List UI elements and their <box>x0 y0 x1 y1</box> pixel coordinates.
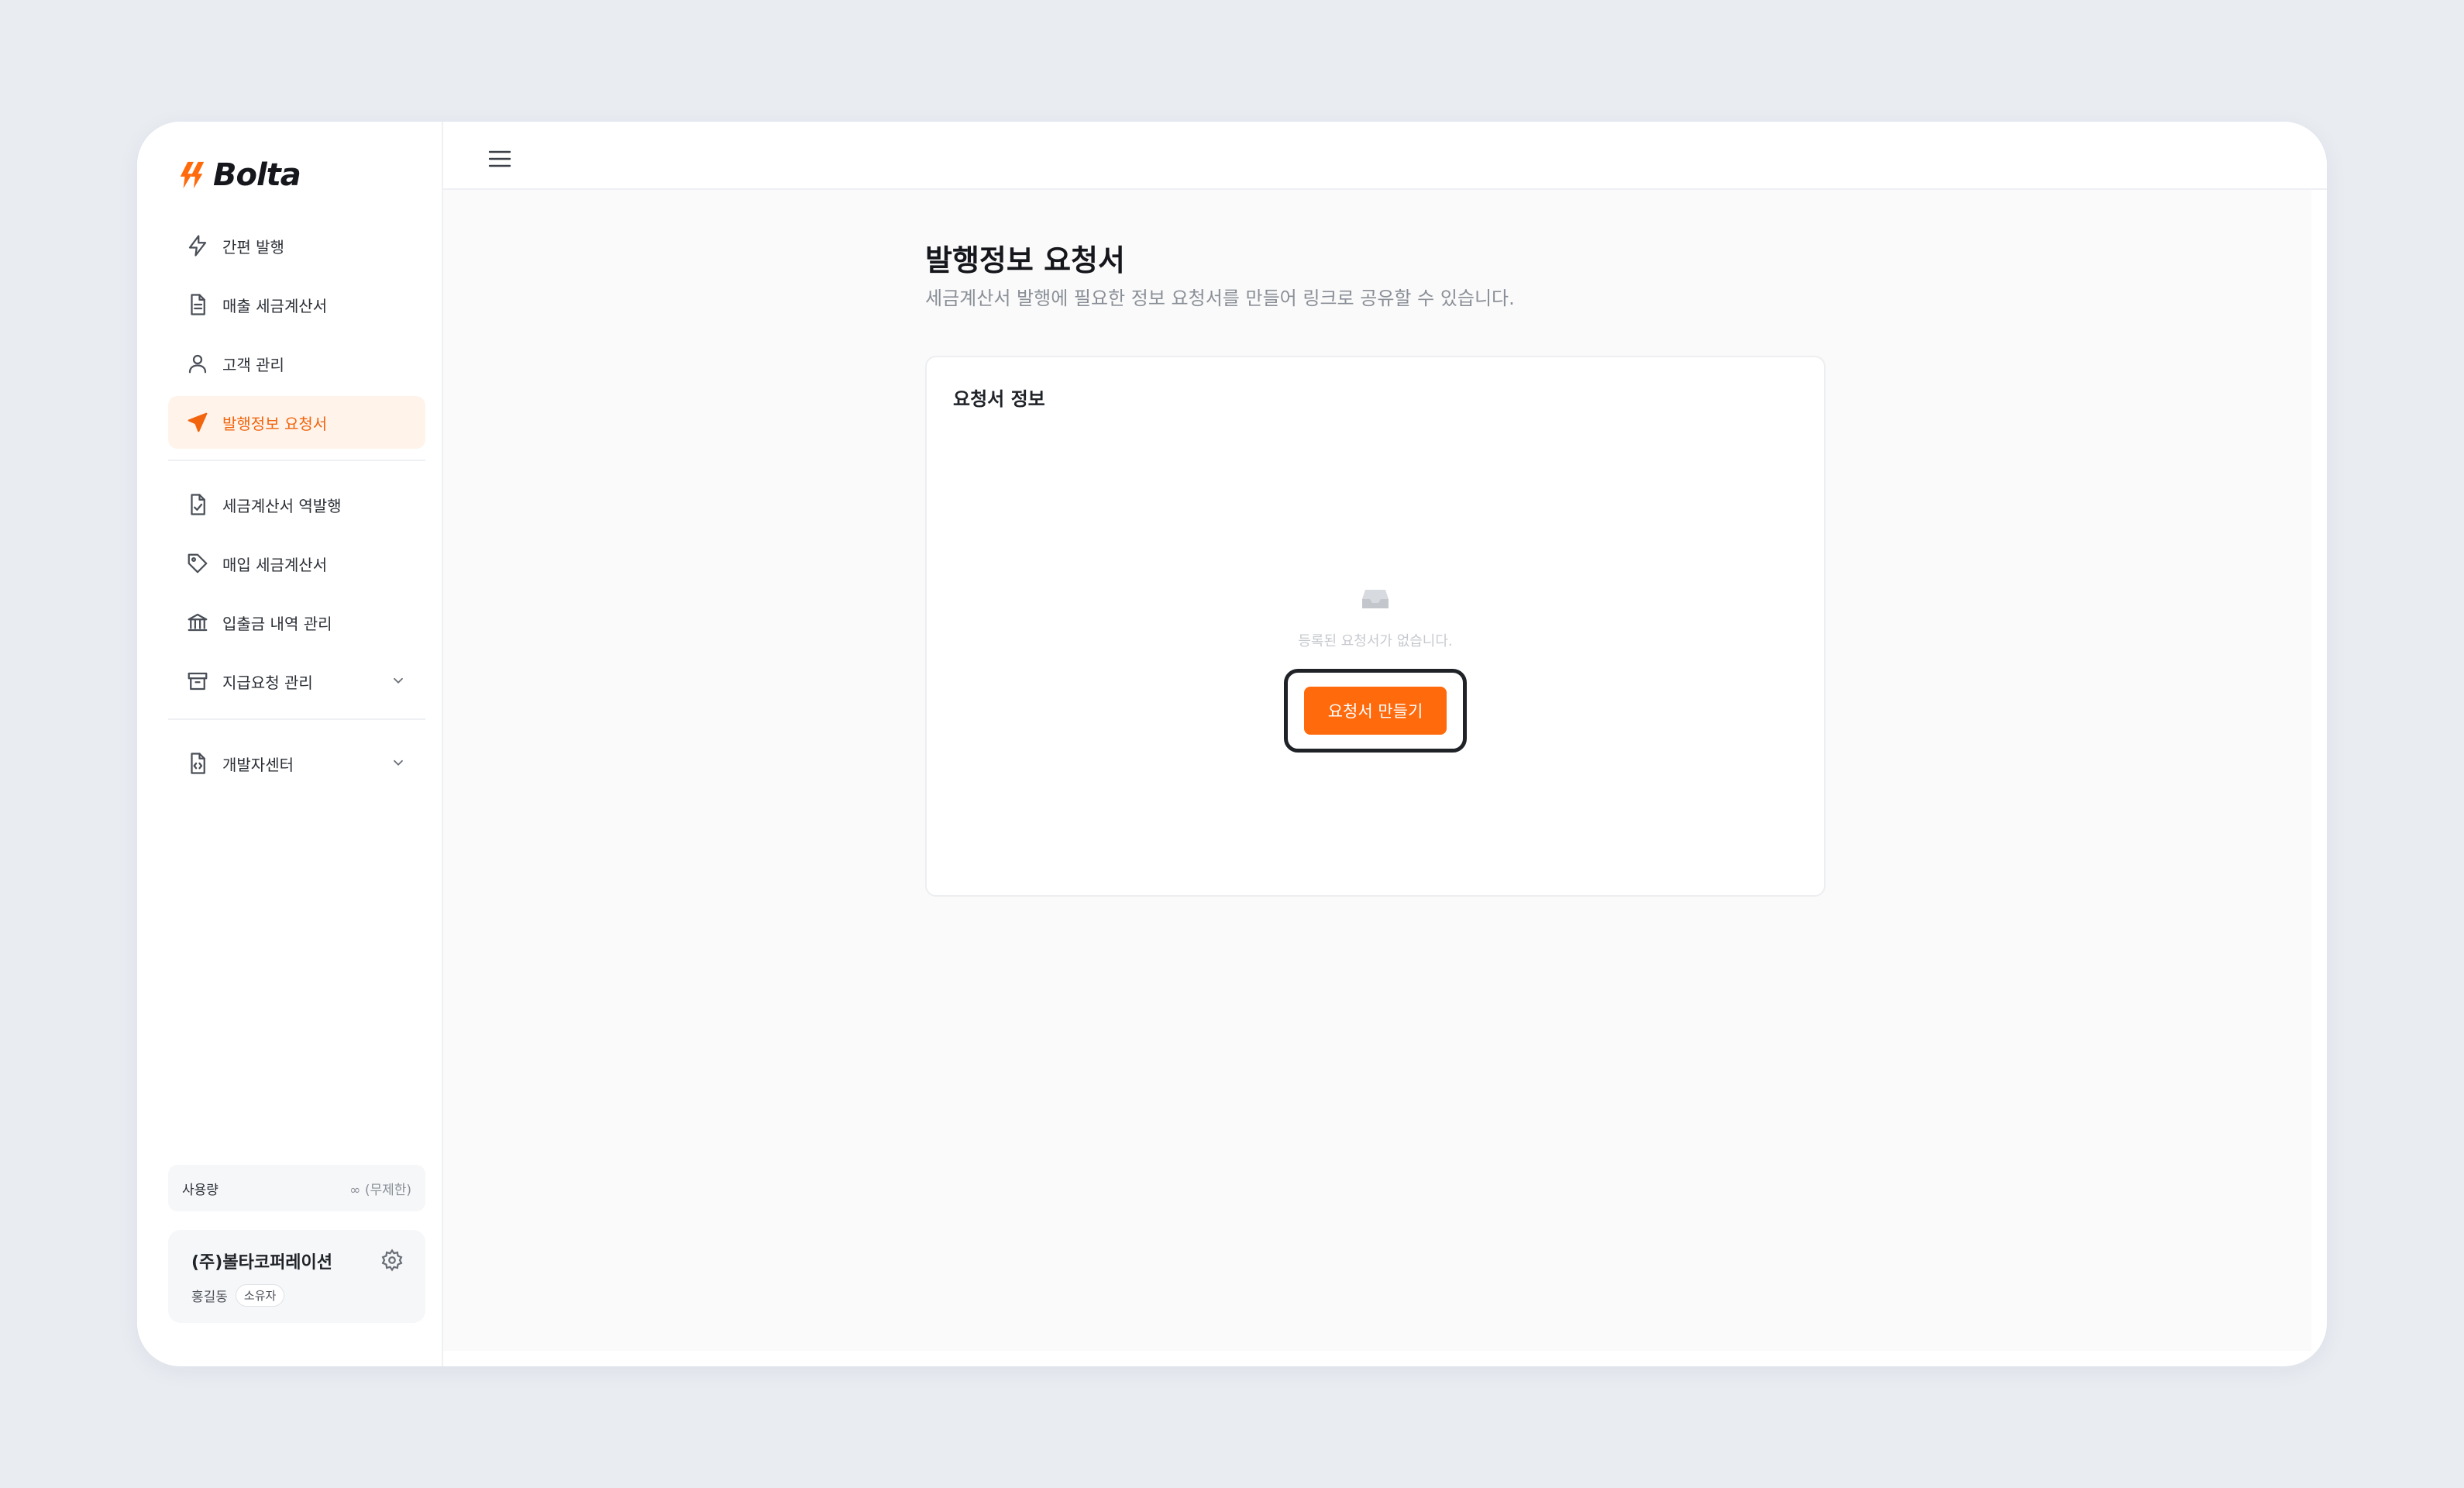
sidebar-item-developer-center[interactable]: 개발자센터 <box>168 737 425 790</box>
user-name: 홍길동 <box>191 1290 228 1305</box>
page-title: 발행정보 요청서 <box>925 243 1125 277</box>
role-badge: 소유자 <box>235 1284 285 1307</box>
sidebar-item-info-request[interactable]: 발행정보 요청서 <box>168 396 425 449</box>
lightning-icon <box>185 233 210 258</box>
usage-label: 사용량 <box>182 1182 219 1198</box>
topbar <box>443 122 2327 190</box>
nav-divider <box>168 718 425 720</box>
app-window: Bolta 간편 발행 매출 세금계산서 고객 관리 발행정보 요청서 세금계산… <box>137 122 2327 1366</box>
bolta-logo-icon <box>180 161 205 189</box>
sidebar-item-label: 지급요청 관리 <box>222 673 313 692</box>
sidebar-item-label: 매입 세금계산서 <box>222 555 328 574</box>
create-request-button[interactable]: 요청서 만들기 <box>1304 687 1447 735</box>
tag-icon <box>185 551 210 576</box>
sidebar-item-sales-invoice[interactable]: 매출 세금계산서 <box>168 278 425 331</box>
company-meta: 홍길동 소유자 <box>191 1284 402 1307</box>
sidebar-item-label: 개발자센터 <box>222 755 294 774</box>
sidebar-item-label: 발행정보 요청서 <box>222 414 328 433</box>
gear-icon[interactable] <box>380 1249 404 1272</box>
sidebar-item-label: 세금계산서 역발행 <box>222 496 342 515</box>
sidebar-item-transactions[interactable]: 입출금 내역 관리 <box>168 596 425 649</box>
empty-inbox-icon <box>1361 587 1390 611</box>
create-button-focus-ring: 요청서 만들기 <box>1284 669 1467 753</box>
sidebar-item-label: 매출 세금계산서 <box>222 296 328 315</box>
primary-nav: 간편 발행 매출 세금계산서 고객 관리 발행정보 요청서 세금계산서 역발행 … <box>168 219 425 796</box>
company-card[interactable]: (주)볼타코퍼레이션 홍길동 소유자 <box>168 1230 425 1323</box>
usage-value: ∞ (무제한) <box>349 1182 411 1198</box>
code-document-icon <box>185 751 210 776</box>
company-name: (주)볼타코퍼레이션 <box>191 1253 333 1273</box>
sidebar-item-purchase-invoice[interactable]: 매입 세금계산서 <box>168 537 425 590</box>
card-title: 요청서 정보 <box>953 388 1045 410</box>
person-icon <box>185 351 210 376</box>
bolta-logo[interactable]: Bolta <box>177 157 301 193</box>
bank-icon <box>185 610 210 635</box>
request-info-card: 요청서 정보 등록된 요청서가 없습니다. 요청서 만들기 <box>925 356 1826 897</box>
archive-icon <box>185 669 210 694</box>
main-content: 발행정보 요청서 세금계산서 발행에 필요한 정보 요청서를 만들어 링크로 공… <box>443 190 2311 1351</box>
document-icon <box>185 292 210 317</box>
brand-name: Bolta <box>213 157 301 193</box>
sidebar-item-payment-request[interactable]: 지급요청 관리 <box>168 655 425 708</box>
sidebar-item-quick-issue[interactable]: 간편 발행 <box>168 219 425 272</box>
page-subtitle: 세금계산서 발행에 필요한 정보 요청서를 만들어 링크로 공유할 수 있습니다… <box>925 288 1515 309</box>
sidebar-item-customers[interactable]: 고객 관리 <box>168 337 425 390</box>
chevron-down-icon[interactable] <box>390 754 407 771</box>
document-check-icon <box>185 492 210 517</box>
empty-state-text: 등록된 요청서가 없습니다. <box>1298 633 1453 649</box>
send-icon <box>185 410 210 435</box>
nav-divider <box>168 460 425 461</box>
hamburger-menu-icon[interactable] <box>488 150 511 168</box>
sidebar-item-label: 고객 관리 <box>222 355 284 374</box>
sidebar-item-reverse-issue[interactable]: 세금계산서 역발행 <box>168 478 425 531</box>
sidebar-item-label: 입출금 내역 관리 <box>222 614 332 633</box>
sidebar-item-label: 간편 발행 <box>222 237 284 257</box>
usage-panel: 사용량 ∞ (무제한) <box>168 1165 425 1211</box>
sidebar: Bolta 간편 발행 매출 세금계산서 고객 관리 발행정보 요청서 세금계산… <box>137 122 443 1366</box>
chevron-down-icon[interactable] <box>390 672 407 689</box>
